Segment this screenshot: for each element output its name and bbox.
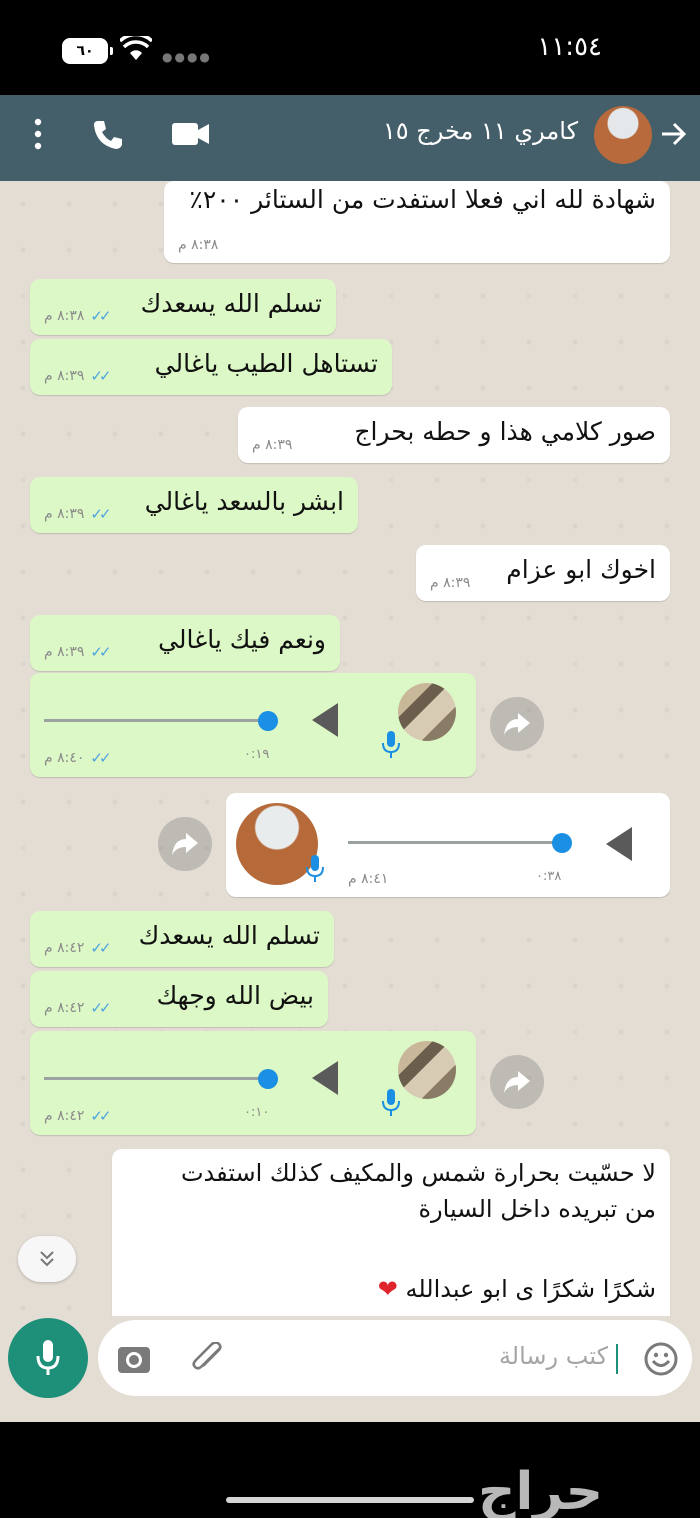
voice-duration: ٠:٣٨ (536, 869, 562, 884)
message-incoming[interactable]: لا حسّيت بحرارة شمس والمكيف كذلك استفدت … (112, 1149, 670, 1316)
message-outgoing[interactable]: تسلم الله يسعدك ✓✓ ٨:٤٢ م (30, 911, 334, 967)
message-text: اخوك ابو عزام (506, 555, 656, 584)
message-text: صور كلامي هذا و حطه بحراج (354, 417, 656, 446)
message-outgoing[interactable]: تسلم الله يسعدك ✓✓ ٨:٣٨ م (30, 279, 336, 335)
status-bar: ٦٠ ●●●● ١١:٥٤ (0, 0, 700, 95)
message-text-line: شكرًا شكرًا ى ابو عبدالله ❤ (377, 1275, 656, 1303)
message-text-line: لا حسّيت بحرارة شمس والمكيف كذلك استفدت (180, 1159, 656, 1187)
mic-icon (382, 731, 400, 758)
message-incoming[interactable]: اخوك ابو عزام ٨:٣٩ م (416, 545, 670, 601)
read-ticks-icon: ✓✓ (90, 1107, 111, 1125)
chat-area[interactable]: شهادة لله اني فعلا استفدت من الستائر ٢٠٠… (0, 181, 700, 1316)
play-icon[interactable] (312, 703, 338, 737)
message-text: ابشر بالسعد ياغالي (144, 487, 344, 516)
message-outgoing[interactable]: تستاهل الطيب ياغالي ✓✓ ٨:٣٩ م (30, 339, 392, 395)
message-outgoing[interactable]: ونعم فيك ياغالي ✓✓ ٨:٣٩ م (30, 615, 340, 671)
mic-icon (306, 855, 324, 882)
chat-header: كامري ١١ مخرج ١٥ (0, 95, 700, 181)
double-chevron-down-icon (40, 1251, 54, 1267)
attachment-icon[interactable] (190, 1342, 226, 1376)
message-text: ونعم فيك ياغالي (158, 625, 326, 654)
forward-icon (504, 713, 530, 735)
message-time: ✓✓ ٨:٣٩ م (44, 643, 112, 661)
audio-progress-knob[interactable] (258, 711, 278, 731)
read-ticks-icon: ✓✓ (90, 307, 111, 325)
message-time: ✓✓ ٨:٤٢ م (44, 1107, 112, 1125)
message-text: بيض الله وجهك (156, 981, 314, 1010)
voice-record-button[interactable] (8, 1318, 88, 1398)
message-text-line: من تبريده داخل السيارة (418, 1195, 656, 1223)
status-time: ١١:٥٤ (537, 32, 602, 62)
message-incoming[interactable]: شهادة لله اني فعلا استفدت من الستائر ٢٠٠… (164, 181, 670, 263)
message-input[interactable]: كتب رسالة (98, 1320, 692, 1396)
message-time: ✓✓ ٨:٤٠ م (44, 749, 112, 767)
battery-icon: ٦٠ (62, 38, 113, 64)
forward-icon (172, 833, 198, 855)
message-time: ✓✓ ٨:٤٢ م (44, 999, 112, 1017)
read-ticks-icon: ✓✓ (90, 939, 111, 957)
message-text: تستاهل الطيب ياغالي (154, 349, 378, 378)
play-icon[interactable] (312, 1061, 338, 1095)
contact-name[interactable]: كامري ١١ مخرج ١٥ (383, 117, 578, 145)
scroll-down-button[interactable] (18, 1236, 76, 1282)
message-time: ٨:٣٨ م (178, 237, 219, 253)
voice-sender-avatar (398, 1041, 456, 1099)
message-outgoing[interactable]: ابشر بالسعد ياغالي ✓✓ ٨:٣٩ م (30, 477, 358, 533)
forward-button[interactable] (158, 817, 212, 871)
forward-button[interactable] (490, 1055, 544, 1109)
back-arrow-icon[interactable] (658, 119, 688, 149)
message-time: ٨:٤١ م (348, 871, 389, 887)
voice-duration: ٠:١٩ (244, 747, 270, 762)
read-ticks-icon: ✓✓ (90, 643, 111, 661)
read-ticks-icon: ✓✓ (90, 749, 111, 767)
message-time: ✓✓ ٨:٣٩ م (44, 505, 112, 523)
emoji-icon[interactable] (644, 1342, 678, 1376)
home-indicator[interactable] (226, 1497, 474, 1503)
message-text: تسلم الله يسعدك (140, 289, 322, 318)
forward-button[interactable] (490, 697, 544, 751)
haraj-watermark: حراج (478, 1462, 604, 1518)
play-icon[interactable] (606, 827, 632, 861)
forward-icon (504, 1071, 530, 1093)
phone-call-icon[interactable] (92, 119, 124, 151)
voice-duration: ٠:١٠ (244, 1105, 270, 1120)
message-incoming[interactable]: صور كلامي هذا و حطه بحراج ٨:٣٩ م (238, 407, 670, 463)
message-time: ✓✓ ٨:٣٩ م (44, 367, 112, 385)
audio-progress-track[interactable] (348, 841, 562, 844)
message-time: ٨:٣٩ م (252, 437, 293, 453)
voice-message-outgoing[interactable]: ٠:١٩ ✓✓ ٨:٤٠ م (30, 673, 476, 777)
read-ticks-icon: ✓✓ (90, 367, 111, 385)
message-time: ✓✓ ٨:٤٢ م (44, 939, 112, 957)
wifi-icon (120, 36, 152, 60)
audio-progress-knob[interactable] (552, 833, 572, 853)
voice-sender-avatar (398, 683, 456, 741)
video-call-icon[interactable] (172, 121, 210, 147)
message-time: ٨:٣٩ م (430, 575, 471, 591)
contact-avatar[interactable] (594, 106, 652, 164)
message-text: تسلم الله يسعدك (138, 921, 320, 950)
message-placeholder: كتب رسالة (498, 1342, 608, 1370)
camera-icon[interactable] (116, 1342, 152, 1376)
system-nav-area: حراج (0, 1422, 700, 1518)
read-ticks-icon: ✓✓ (90, 505, 111, 523)
audio-progress-track[interactable] (44, 719, 276, 722)
message-outgoing[interactable]: بيض الله وجهك ✓✓ ٨:٤٢ م (30, 971, 328, 1027)
voice-message-incoming[interactable]: ٠:٣٨ ٨:٤١ م (226, 793, 670, 897)
message-text: شهادة لله اني فعلا استفدت من الستائر ٢٠٠… (189, 185, 656, 214)
audio-progress-knob[interactable] (258, 1069, 278, 1089)
more-options-icon[interactable] (28, 117, 48, 151)
read-ticks-icon: ✓✓ (90, 999, 111, 1017)
text-cursor (616, 1344, 618, 1374)
message-time: ✓✓ ٨:٣٨ م (44, 307, 112, 325)
input-bar: كتب رسالة (0, 1316, 700, 1422)
audio-progress-track[interactable] (44, 1077, 276, 1080)
mic-icon (382, 1089, 400, 1116)
mic-icon (36, 1340, 60, 1375)
signal-dots-icon: ●●●● (162, 50, 212, 64)
heart-emoji: ❤ (377, 1275, 398, 1303)
voice-message-outgoing[interactable]: ٠:١٠ ✓✓ ٨:٤٢ م (30, 1031, 476, 1135)
